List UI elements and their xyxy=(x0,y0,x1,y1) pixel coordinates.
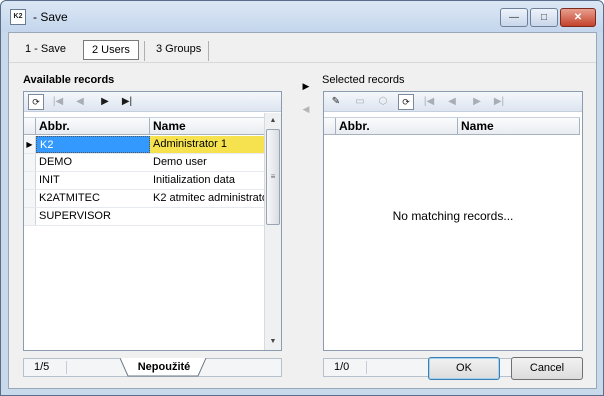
close-button[interactable]: ✕ xyxy=(560,8,596,27)
last-record-icon[interactable]: ▶| xyxy=(119,94,135,110)
filter-tab-label: Nepoužité xyxy=(137,361,191,373)
name-cell[interactable]: Administrator 1 xyxy=(150,136,264,153)
empty-message: No matching records... xyxy=(392,209,514,223)
tab-separator xyxy=(208,41,209,61)
previous-record-icon[interactable]: ◀ xyxy=(444,94,460,110)
table-row[interactable]: DEMO Demo user xyxy=(24,154,264,172)
refresh-icon[interactable]: ⟳ xyxy=(28,94,44,110)
select-icon[interactable]: ✎ xyxy=(328,94,344,110)
selected-records-title: Selected records xyxy=(322,74,405,86)
table-row[interactable]: INIT Initialization data xyxy=(24,172,264,190)
table-row[interactable]: SUPERVISOR xyxy=(24,208,264,226)
abbr-cell[interactable]: INIT xyxy=(36,172,150,189)
save-dialog-window: K2 - Save — □ ✕ 1 - Save 2 Users 3 Group… xyxy=(0,0,604,396)
previous-record-icon[interactable]: ◀ xyxy=(72,94,88,110)
row-indicator xyxy=(24,172,36,189)
indicator-header xyxy=(24,118,36,134)
abbr-cell[interactable]: K2ATMITEC xyxy=(36,190,150,207)
title-bar[interactable]: K2 - Save — □ ✕ xyxy=(1,1,603,32)
row-indicator xyxy=(24,154,36,171)
name-column-header[interactable]: Name xyxy=(150,118,264,134)
selected-records-panel: ✎ ▭ ⬡ ⟳ |◀ ◀ ▶ ▶| Abbr. Name No matching… xyxy=(323,91,583,351)
status-separator xyxy=(66,361,67,374)
app-logo-icon: K2 xyxy=(10,9,26,25)
tab-divider xyxy=(9,62,596,63)
tab-save[interactable]: 1 - Save xyxy=(17,38,74,62)
grid-header: Abbr. Name xyxy=(324,117,580,135)
grid-header: Abbr. Name xyxy=(24,117,264,135)
ok-button[interactable]: OK xyxy=(428,357,500,380)
abbr-cell[interactable]: K2 xyxy=(36,136,150,153)
abbr-cell[interactable]: DEMO xyxy=(36,154,150,171)
row-indicator-icon: ▶ xyxy=(24,136,36,153)
available-records-title: Available records xyxy=(23,74,115,86)
maximize-button[interactable]: □ xyxy=(530,8,558,27)
tab-users[interactable]: 2 Users xyxy=(83,40,139,60)
open-folder-icon[interactable]: ▭ xyxy=(352,94,368,110)
tab-groups[interactable]: 3 Groups xyxy=(148,38,209,62)
tab-separator xyxy=(144,41,145,61)
scroll-up-icon[interactable]: ▲ xyxy=(265,113,281,129)
indicator-header xyxy=(324,118,336,134)
cylinder-icon[interactable]: ⬡ xyxy=(375,94,391,110)
scroll-down-icon[interactable]: ▼ xyxy=(265,334,281,350)
row-indicator xyxy=(24,190,36,207)
available-status-bar: 1/5 Nepoužité xyxy=(23,358,282,377)
remove-from-selected-button[interactable]: ◀ xyxy=(299,102,313,116)
cancel-button[interactable]: Cancel xyxy=(511,357,583,380)
last-record-icon[interactable]: ▶| xyxy=(491,94,507,110)
first-record-icon[interactable]: |◀ xyxy=(50,94,66,110)
available-records-panel: ⟳ |◀ ◀ ▶ ▶| Abbr. Name ▶ K2 Administrato… xyxy=(23,91,282,351)
table-row[interactable]: ▶ K2 Administrator 1 xyxy=(24,136,264,154)
available-toolbar: ⟳ |◀ ◀ ▶ ▶| xyxy=(24,92,281,112)
status-separator xyxy=(366,361,367,374)
add-to-selected-button[interactable]: ▶ xyxy=(299,79,313,93)
vertical-scrollbar[interactable]: ▲ ≡ ▼ xyxy=(264,113,281,350)
first-record-icon[interactable]: |◀ xyxy=(421,94,437,110)
name-cell[interactable]: Demo user xyxy=(150,154,264,171)
row-indicator xyxy=(24,208,36,225)
filter-tab-unused[interactable]: Nepoužité xyxy=(120,358,208,377)
name-column-header[interactable]: Name xyxy=(458,118,580,134)
refresh-icon[interactable]: ⟳ xyxy=(398,94,414,110)
abbr-column-header[interactable]: Abbr. xyxy=(36,118,150,134)
minimize-button[interactable]: — xyxy=(500,8,528,27)
abbr-cell[interactable]: SUPERVISOR xyxy=(36,208,150,225)
record-counter: 1/5 xyxy=(34,361,50,373)
next-record-icon[interactable]: ▶ xyxy=(97,94,113,110)
dialog-body: 1 - Save 2 Users 3 Groups Available reco… xyxy=(8,32,597,389)
name-cell[interactable] xyxy=(150,208,264,225)
name-cell[interactable]: Initialization data xyxy=(150,172,264,189)
available-records-grid: Abbr. Name ▶ K2 Administrator 1 DEMO Dem… xyxy=(24,113,281,350)
name-cell[interactable]: K2 atmitec administrato xyxy=(150,190,264,207)
selected-records-grid: Abbr. Name No matching records... xyxy=(324,113,582,350)
next-record-icon[interactable]: ▶ xyxy=(469,94,485,110)
record-counter: 1/0 xyxy=(334,361,350,373)
selected-toolbar: ✎ ▭ ⬡ ⟳ |◀ ◀ ▶ ▶| xyxy=(324,92,582,112)
window-title: - Save xyxy=(33,10,68,24)
scroll-thumb[interactable]: ≡ xyxy=(266,129,280,225)
abbr-column-header[interactable]: Abbr. xyxy=(336,118,458,134)
table-row[interactable]: K2ATMITEC K2 atmitec administrato xyxy=(24,190,264,208)
